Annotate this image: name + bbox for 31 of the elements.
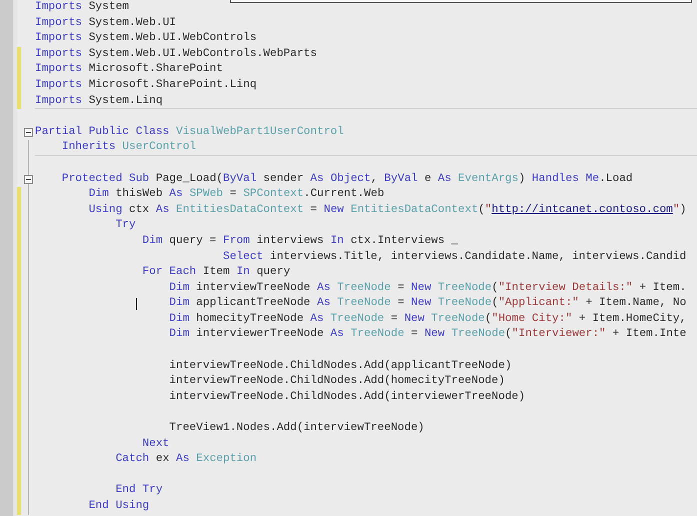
code-line: Try: [114, 218, 136, 234]
code-line: Dim interviewTreeNode As TreeNode = New TreeNode("Interview Details:" + Item.: [168, 280, 686, 296]
code-line: Catch ex As Exception: [114, 452, 257, 468]
code-line: Inherits UserControl: [60, 140, 196, 156]
code-line: Using ctx As EntitiesDataContext = New EntitiesDataContext("http://intcanet.contoso.com"): [88, 202, 686, 218]
collapse-icon[interactable]: [24, 128, 33, 137]
code-line: Imports System.Web.UI.WebControls: [35, 31, 257, 46]
code-line: End Try: [114, 483, 163, 498]
code-line: Select interviews.Title, interviews.Candidate.Name, interviews.Candid: [222, 250, 686, 264]
code-line: Imports Microsoft.SharePoint.Linq: [35, 78, 257, 93]
code-line: Imports System.Web.UI: [35, 16, 176, 31]
code-line: Imports Microsoft.SharePoint: [35, 62, 223, 78]
code-line: Partial Public Class VisualWebPart1UserControl: [35, 124, 344, 140]
code-line: Imports System.Linq: [35, 94, 163, 109]
code-line: Dim homecityTreeNode As TreeNode = New TreeNode("Home City:" + Item.HomeCity,: [168, 312, 686, 327]
code-line: Dim query = From interviews In ctx.Interviews _: [141, 234, 458, 249]
code-line: interviewTreeNode.ChildNodes.Add(applicantTreeNode): [168, 358, 512, 374]
url-link[interactable]: http://intcanet.contoso.com: [492, 204, 673, 216]
code-line: TreeView1.Nodes.Add(interviewTreeNode): [168, 421, 424, 436]
code-line: End Using: [88, 499, 150, 514]
code-line: Imports System.Web.UI.WebControls.WebParts: [35, 46, 317, 62]
code-line: For Each Item In query: [141, 265, 290, 280]
collapse-icon[interactable]: [24, 174, 33, 184]
code-line: Dim thisWeb As SPWeb = SPContext.Current.Web: [88, 187, 384, 202]
code-line: Dim interviewerTreeNode As TreeNode = New TreeNode("Interviewer:" + Item.Inte: [168, 327, 686, 342]
code-line: Protected Sub Page_Load(ByVal sender As Object, ByVal e As EventArgs) Handles Me.Load: [60, 172, 633, 187]
code-line: Next: [141, 436, 170, 452]
code-line: interviewTreeNode.ChildNodes.Add(interviewerTreeNode): [168, 390, 526, 405]
code-line: interviewTreeNode.ChildNodes.Add(homecityTreeNode): [168, 374, 505, 390]
code-line: Imports System: [35, 0, 129, 15]
code-line: Dim applicantTreeNode As TreeNode = New TreeNode("Applicant:" + Item.Name, No: [168, 296, 686, 312]
